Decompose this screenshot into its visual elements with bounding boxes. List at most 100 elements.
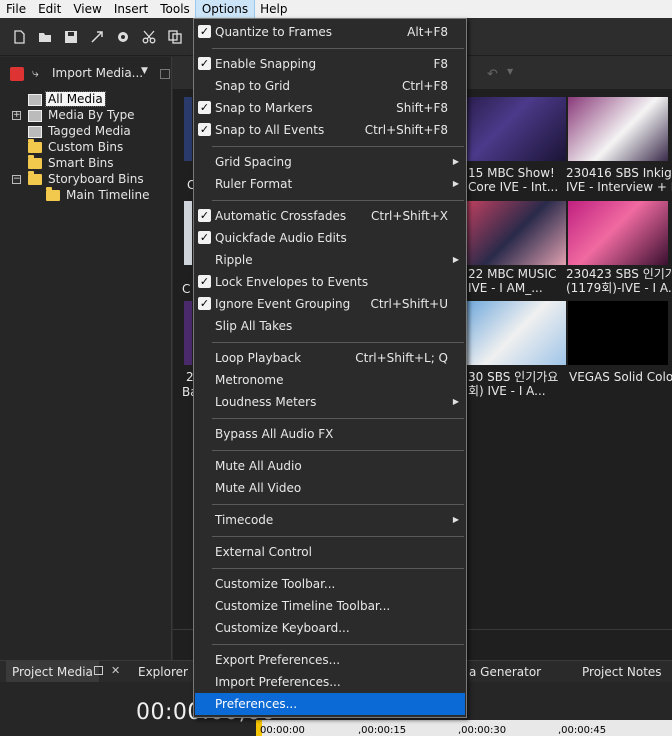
menu-item-label: Metronome	[215, 373, 284, 387]
maximize-icon[interactable]	[94, 666, 103, 675]
menu-item-external-control[interactable]: External Control	[195, 541, 465, 563]
tab-project-notes[interactable]: Project Notes	[576, 661, 668, 683]
menu-item-customize-toolbar[interactable]: Customize Toolbar...	[195, 573, 465, 595]
collapse-icon[interactable]: −	[12, 175, 21, 184]
menu-file[interactable]: File	[0, 0, 32, 18]
tree-item-all-media[interactable]: All Media	[28, 91, 106, 107]
tree-item-label: Custom Bins	[48, 140, 124, 154]
folder-icon	[28, 155, 42, 169]
menu-item-automatic-crossfades[interactable]: ✓ Automatic Crossfades Ctrl+Shift+X	[195, 205, 465, 227]
media-thumbnail[interactable]	[568, 301, 668, 365]
menu-item-customize-keyboard[interactable]: Customize Keyboard...	[195, 617, 465, 639]
menu-separator	[212, 418, 464, 419]
tree-item-storyboard-bins[interactable]: Storyboard Bins	[28, 171, 146, 187]
menu-item-preferences[interactable]: Preferences...	[195, 693, 465, 715]
menu-bar: File Edit View Insert Tools Options Help	[0, 0, 672, 19]
menu-item-mute-all-video[interactable]: Mute All Video	[195, 477, 465, 499]
menu-item-label: Quickfade Audio Edits	[215, 231, 347, 245]
tree-item-tagged-media[interactable]: Tagged Media	[28, 123, 133, 139]
menu-item-label: Customize Keyboard...	[215, 621, 350, 635]
project-media-tree-panel: ⤷ Import Media... ▼ All Media + Media By…	[0, 57, 172, 660]
import-media-button[interactable]: Import Media...	[52, 66, 143, 80]
media-thumbnail[interactable]	[568, 97, 668, 161]
copy-icon[interactable]	[168, 30, 182, 44]
menu-item-import-preferences[interactable]: Import Preferences...	[195, 671, 465, 693]
menu-item-timecode[interactable]: Timecode ▶	[195, 509, 465, 531]
media-caption: C	[182, 282, 191, 296]
chevron-down-icon[interactable]: ▼	[141, 66, 148, 76]
menu-item-customize-timeline-toolbar[interactable]: Customize Timeline Toolbar...	[195, 595, 465, 617]
open-folder-icon[interactable]	[38, 30, 52, 44]
tree-item-smart-bins[interactable]: Smart Bins	[28, 155, 116, 171]
ruler-tick-label: ,00:00:30	[458, 725, 507, 736]
render-icon[interactable]	[90, 30, 104, 44]
menu-item-label: Ruler Format	[215, 177, 293, 191]
menu-item-ignore-event-grouping[interactable]: ✓ Ignore Event Grouping Ctrl+Shift+U	[195, 293, 465, 315]
gear-icon[interactable]	[116, 30, 130, 44]
menu-item-label: Mute All Video	[215, 481, 302, 495]
menu-item-enable-snapping[interactable]: ✓ Enable Snapping F8	[195, 53, 465, 75]
expand-icon[interactable]: +	[12, 111, 21, 120]
menu-tools[interactable]: Tools	[154, 0, 196, 18]
menu-view[interactable]: View	[67, 0, 107, 18]
menu-item-label: Snap to All Events	[215, 123, 325, 137]
menu-item-lock-envelopes-to-events[interactable]: ✓ Lock Envelopes to Events	[195, 271, 465, 293]
menu-item-loop-playback[interactable]: Loop Playback Ctrl+Shift+L; Q	[195, 347, 465, 369]
media-thumbnail[interactable]	[466, 201, 566, 265]
cut-icon[interactable]	[142, 30, 156, 44]
tab-generator[interactable]: a Generator	[463, 661, 547, 683]
menu-item-label: Customize Toolbar...	[215, 577, 336, 591]
menu-item-export-preferences[interactable]: Export Preferences...	[195, 649, 465, 671]
tree-item-main-timeline[interactable]: Main Timeline	[46, 187, 151, 203]
save-icon[interactable]	[64, 30, 78, 44]
submenu-arrow-icon: ▶	[452, 255, 459, 264]
tab-explorer[interactable]: Explorer	[132, 661, 194, 683]
panel-button-icon[interactable]	[160, 69, 170, 79]
remove-media-icon[interactable]	[10, 67, 24, 81]
tree-item-label: Storyboard Bins	[48, 172, 144, 186]
menu-options[interactable]: Options	[194, 0, 256, 19]
menu-item-quantize-to-frames[interactable]: ✓ Quantize to Frames Alt+F8	[195, 21, 465, 43]
menu-item-snap-to-markers[interactable]: ✓ Snap to Markers Shift+F8	[195, 97, 465, 119]
menu-item-loudness-meters[interactable]: Loudness Meters ▶	[195, 391, 465, 413]
menu-item-slip-all-takes[interactable]: Slip All Takes	[195, 315, 465, 337]
menu-item-metronome[interactable]: Metronome	[195, 369, 465, 391]
menu-item-snap-to-all-events[interactable]: ✓ Snap to All Events Ctrl+Shift+F8	[195, 119, 465, 141]
menu-help[interactable]: Help	[254, 0, 293, 18]
menu-insert[interactable]: Insert	[108, 0, 154, 18]
menu-separator	[212, 450, 464, 451]
media-thumbnail[interactable]	[184, 201, 192, 265]
menu-item-label: Preferences...	[215, 697, 298, 711]
checkmark-icon: ✓	[198, 101, 211, 114]
menu-item-label: Quantize to Frames	[215, 25, 333, 39]
undo-icon[interactable]: ↶	[487, 67, 498, 82]
new-project-icon[interactable]	[12, 30, 26, 44]
media-thumbnail[interactable]	[184, 301, 192, 365]
tree-item-media-by-type[interactable]: Media By Type	[28, 107, 137, 123]
menu-item-snap-to-grid[interactable]: Snap to Grid Ctrl+F8	[195, 75, 465, 97]
menu-item-shortcut: Ctrl+Shift+X	[371, 209, 448, 223]
submenu-arrow-icon: ▶	[452, 397, 459, 406]
menu-item-label: Snap to Grid	[215, 79, 291, 93]
menu-item-ruler-format[interactable]: Ruler Format ▶	[195, 173, 465, 195]
menu-item-label: Lock Envelopes to Events	[215, 275, 369, 289]
media-thumbnail[interactable]	[568, 201, 668, 265]
media-caption: IVE - Interview + K	[566, 180, 672, 194]
menu-item-bypass-all-audio-fx[interactable]: Bypass All Audio FX	[195, 423, 465, 445]
menu-item-quickfade-audio-edits[interactable]: ✓ Quickfade Audio Edits	[195, 227, 465, 249]
menu-item-grid-spacing[interactable]: Grid Spacing ▶	[195, 151, 465, 173]
menu-item-ripple[interactable]: Ripple ▶	[195, 249, 465, 271]
timeline-ruler[interactable]: 00:00:00 ,00:00:15 ,00:00:30 ,00:00:45	[256, 720, 672, 736]
close-icon[interactable]: ✕	[111, 664, 120, 677]
menu-item-mute-all-audio[interactable]: Mute All Audio	[195, 455, 465, 477]
media-thumbnail[interactable]	[466, 97, 566, 161]
tree-item-label: Smart Bins	[48, 156, 114, 170]
chevron-down-icon[interactable]: ▼	[507, 67, 513, 76]
menu-edit[interactable]: Edit	[32, 0, 67, 18]
tree-item-custom-bins[interactable]: Custom Bins	[28, 139, 125, 155]
media-thumbnail[interactable]	[466, 301, 566, 365]
menu-item-shortcut: Ctrl+Shift+L; Q	[355, 351, 448, 365]
media-thumbnail[interactable]	[184, 97, 192, 161]
tab-project-media[interactable]: Project Media	[6, 661, 99, 683]
menu-item-label: Grid Spacing	[215, 155, 292, 169]
